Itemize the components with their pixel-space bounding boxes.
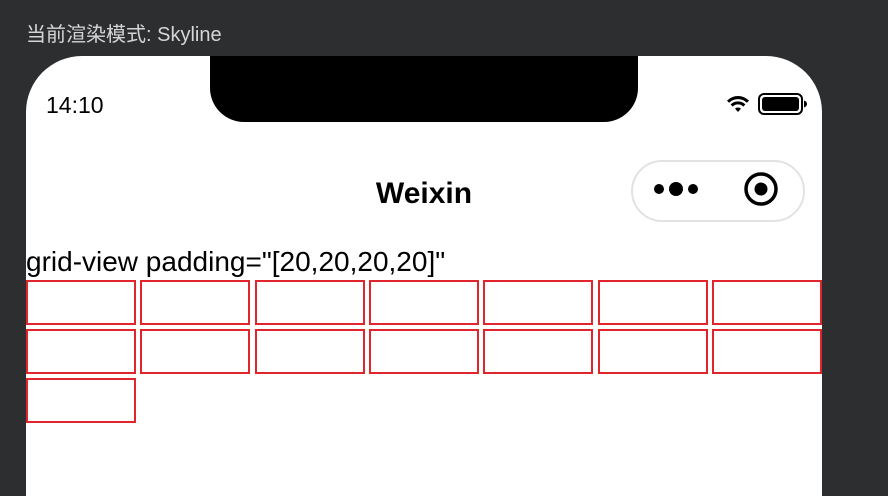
more-icon [652, 179, 700, 204]
close-target-icon [743, 171, 779, 212]
grid-item [483, 329, 593, 374]
status-time: 14:10 [46, 92, 104, 118]
wifi-icon [726, 94, 750, 119]
more-button[interactable] [633, 162, 718, 220]
phone-screen: 14:10 Weixin grid-view padding="[20,20,2… [26, 56, 822, 496]
grid-item [26, 329, 136, 374]
grid-item [255, 329, 365, 374]
grid-item [140, 329, 250, 374]
grid-item [369, 280, 479, 325]
menu-capsule [631, 160, 805, 222]
grid-item [598, 280, 708, 325]
grid-item [712, 329, 822, 374]
grid-item [140, 280, 250, 325]
battery-icon [758, 92, 808, 120]
grid-view-label: grid-view padding="[20,20,20,20]" [26, 246, 446, 277]
grid-item [369, 329, 479, 374]
grid-item [598, 329, 708, 374]
grid-item [26, 280, 136, 325]
grid-item [712, 280, 822, 325]
status-icons [726, 92, 808, 120]
grid-item [483, 280, 593, 325]
grid-item [26, 378, 136, 423]
grid-item [255, 280, 365, 325]
device-notch [210, 56, 638, 122]
close-button[interactable] [718, 162, 803, 220]
render-mode-label: 当前渲染模式: Skyline [26, 24, 222, 46]
